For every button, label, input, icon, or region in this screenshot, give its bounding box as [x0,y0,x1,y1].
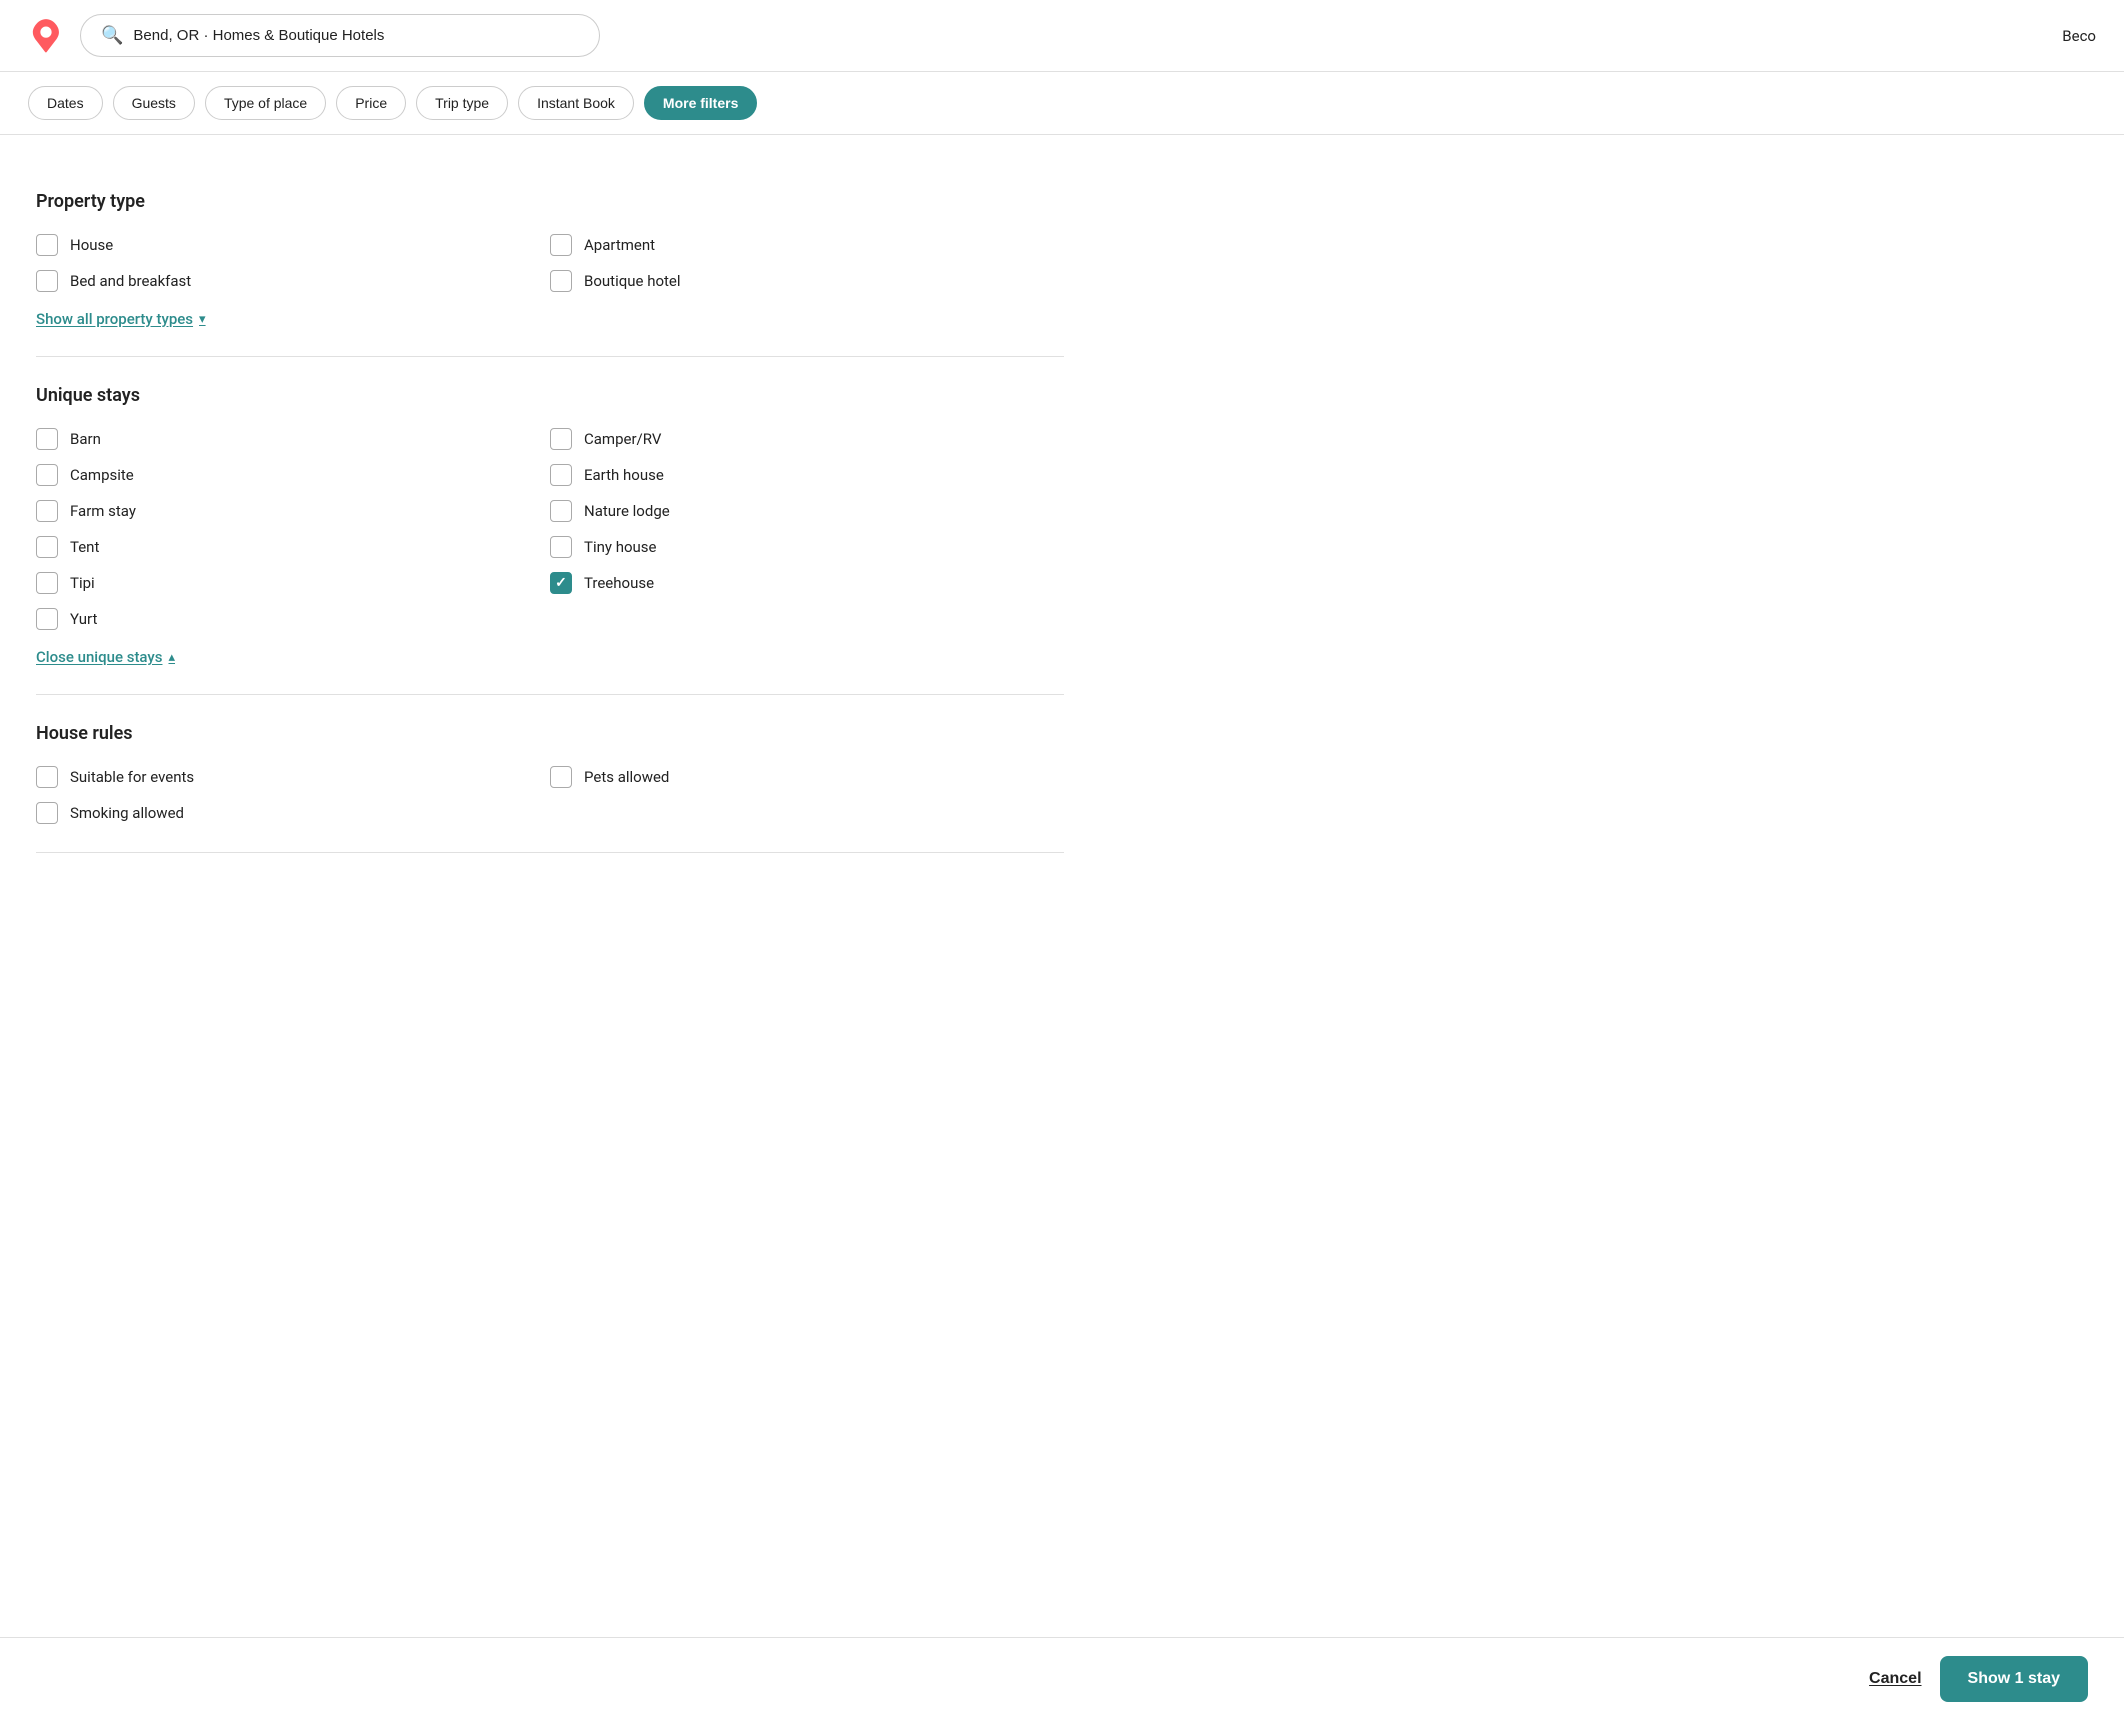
label-smoking-allowed: Smoking allowed [70,804,184,822]
checkbox-item-tiny-house[interactable]: Tiny house [550,536,1064,558]
property-type-left: House Bed and breakfast [36,234,550,292]
search-icon: 🔍 [101,25,123,46]
checkbox-barn[interactable] [36,428,58,450]
checkbox-item-earth-house[interactable]: Earth house [550,464,1064,486]
label-treehouse: Treehouse [584,574,654,592]
checkbox-item-camper-rv[interactable]: Camper/RV [550,428,1064,450]
label-tiny-house: Tiny house [584,538,656,556]
label-house: House [70,236,113,254]
logo [28,18,64,54]
unique-stays-grid: Barn Campsite Farm stay Tent Tipi [36,428,1064,630]
label-bed-breakfast: Bed and breakfast [70,272,191,290]
filter-btn-price[interactable]: Price [336,86,406,120]
checkbox-farm-stay[interactable] [36,500,58,522]
unique-stays-title: Unique stays [36,385,1064,406]
checkbox-item-farm-stay[interactable]: Farm stay [36,500,550,522]
label-earth-house: Earth house [584,466,664,484]
label-campsite: Campsite [70,466,134,484]
show-all-property-types-button[interactable]: Show all property types ▾ [36,310,206,328]
label-farm-stay: Farm stay [70,502,136,520]
house-rules-left: Suitable for events Smoking allowed [36,766,550,824]
show-all-label: Show all property types [36,310,193,328]
property-type-grid: House Bed and breakfast Apartment Boutiq… [36,234,1064,292]
checkbox-bed-breakfast[interactable] [36,270,58,292]
checkbox-item-campsite[interactable]: Campsite [36,464,550,486]
filter-btn-dates[interactable]: Dates [28,86,103,120]
checkbox-earth-house[interactable] [550,464,572,486]
checkbox-item-suitable-events[interactable]: Suitable for events [36,766,550,788]
label-barn: Barn [70,430,101,448]
checkbox-suitable-events[interactable] [36,766,58,788]
checkbox-campsite[interactable] [36,464,58,486]
filter-btn-trip-type[interactable]: Trip type [416,86,508,120]
main-content: Property type House Bed and breakfast Ap… [0,135,1100,881]
checkbox-nature-lodge[interactable] [550,500,572,522]
label-boutique-hotel: Boutique hotel [584,272,681,290]
checkbox-tent[interactable] [36,536,58,558]
house-rules-grid: Suitable for events Smoking allowed Pets… [36,766,1064,824]
checkbox-apartment[interactable] [550,234,572,256]
checkbox-item-pets-allowed[interactable]: Pets allowed [550,766,1064,788]
label-tent: Tent [70,538,99,556]
checkbox-tipi[interactable] [36,572,58,594]
checkbox-house[interactable] [36,234,58,256]
checkbox-item-boutique-hotel[interactable]: Boutique hotel [550,270,1064,292]
checkbox-smoking-allowed[interactable] [36,802,58,824]
property-type-title: Property type [36,191,1064,212]
checkbox-item-smoking-allowed[interactable]: Smoking allowed [36,802,550,824]
label-apartment: Apartment [584,236,655,254]
filter-btn-guests[interactable]: Guests [113,86,195,120]
property-type-section: Property type House Bed and breakfast Ap… [36,163,1064,357]
search-input[interactable] [133,27,579,44]
user-label: Beco [2062,27,2096,45]
unique-stays-section: Unique stays Barn Campsite Farm stay [36,357,1064,695]
label-pets-allowed: Pets allowed [584,768,669,786]
property-type-right: Apartment Boutique hotel [550,234,1064,292]
header: 🔍 Beco [0,0,2124,72]
label-nature-lodge: Nature lodge [584,502,670,520]
filter-btn-more-filters[interactable]: More filters [644,86,757,120]
label-yurt: Yurt [70,610,97,628]
filter-btn-type-of-place[interactable]: Type of place [205,86,326,120]
unique-stays-left: Barn Campsite Farm stay Tent Tipi [36,428,550,630]
filter-btn-instant-book[interactable]: Instant Book [518,86,634,120]
checkbox-item-house[interactable]: House [36,234,550,256]
close-unique-stays-button[interactable]: Close unique stays ▴ [36,648,175,666]
label-suitable-events: Suitable for events [70,768,194,786]
cancel-button[interactable]: Cancel [1869,1670,1921,1688]
show-stays-button[interactable]: Show 1 stay [1940,1656,2088,1702]
checkbox-item-yurt[interactable]: Yurt [36,608,550,630]
checkbox-item-nature-lodge[interactable]: Nature lodge [550,500,1064,522]
checkbox-item-tipi[interactable]: Tipi [36,572,550,594]
chevron-down-icon: ▾ [199,312,206,327]
checkbox-item-treehouse[interactable]: Treehouse [550,572,1064,594]
footer: Cancel Show 1 stay [0,1637,2124,1720]
house-rules-title: House rules [36,723,1064,744]
filter-bar: Dates Guests Type of place Price Trip type In… [0,72,2124,135]
checkbox-camper-rv[interactable] [550,428,572,450]
label-camper-rv: Camper/RV [584,430,661,448]
checkbox-item-apartment[interactable]: Apartment [550,234,1064,256]
chevron-up-icon: ▴ [168,650,175,665]
checkbox-item-bed-breakfast[interactable]: Bed and breakfast [36,270,550,292]
checkbox-tiny-house[interactable] [550,536,572,558]
checkbox-pets-allowed[interactable] [550,766,572,788]
checkbox-treehouse[interactable] [550,572,572,594]
house-rules-right: Pets allowed [550,766,1064,824]
checkbox-yurt[interactable] [36,608,58,630]
unique-stays-right: Camper/RV Earth house Nature lodge Tiny … [550,428,1064,630]
checkbox-item-barn[interactable]: Barn [36,428,550,450]
house-rules-section: House rules Suitable for events Smoking … [36,695,1064,853]
checkbox-boutique-hotel[interactable] [550,270,572,292]
label-tipi: Tipi [70,574,95,592]
search-bar[interactable]: 🔍 [80,14,600,57]
close-unique-stays-label: Close unique stays [36,648,162,666]
checkbox-item-tent[interactable]: Tent [36,536,550,558]
